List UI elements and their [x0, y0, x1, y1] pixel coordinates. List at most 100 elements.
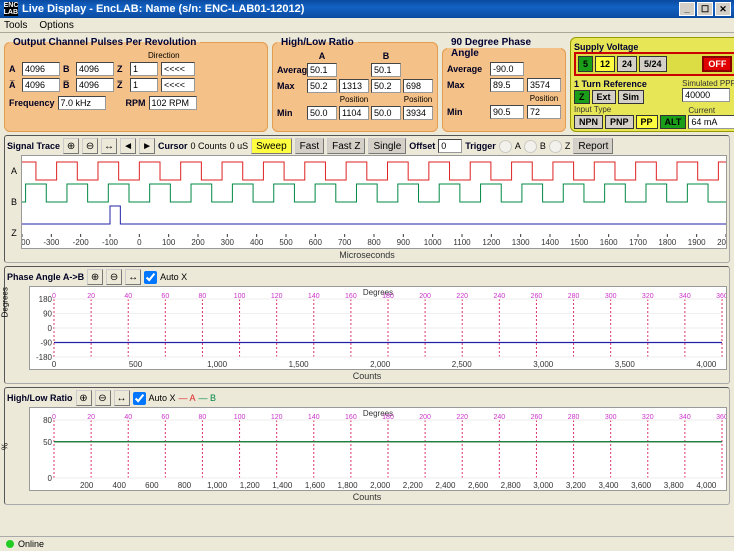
min-a-pos[interactable]: 1104 — [339, 106, 369, 120]
field-zbar[interactable]: 1 — [130, 78, 158, 92]
hlr-autox-label: Auto X — [149, 393, 176, 403]
menu-tools[interactable]: Tools — [4, 20, 27, 31]
phase-autox-check[interactable] — [144, 271, 157, 284]
svg-text:400: 400 — [113, 481, 127, 490]
phase-chart[interactable]: Degrees020406080100120140160180200220240… — [29, 286, 727, 370]
pan-right-icon[interactable]: ► — [139, 138, 155, 154]
supply-off[interactable]: OFF — [702, 56, 732, 72]
min-b-pos[interactable]: 3934 — [403, 106, 433, 120]
hlr-zoom-out-icon[interactable]: ⊖ — [95, 390, 111, 406]
itype-pnp[interactable]: PNP — [605, 115, 634, 129]
p3-max-c[interactable]: 3574 — [527, 78, 561, 92]
avg-b[interactable]: 50.1 — [371, 63, 401, 77]
field-a[interactable]: 4096 — [22, 62, 60, 76]
trigger-b-label: B — [540, 141, 546, 151]
p3-max-v[interactable]: 89.5 — [490, 78, 524, 92]
supply-title: Supply Voltage — [574, 42, 734, 52]
pan-left-icon[interactable]: ◄ — [120, 138, 136, 154]
tref-z[interactable]: Z — [574, 90, 590, 104]
hlr-zoom-in-icon[interactable]: ⊕ — [76, 390, 92, 406]
max-b-pos[interactable]: 698 — [403, 79, 433, 93]
phase-zoom-in-icon[interactable]: ⊕ — [87, 269, 103, 285]
zoom-in-icon[interactable]: ⊕ — [63, 138, 79, 154]
report-button[interactable]: Report — [573, 138, 613, 154]
trigger-a-label: A — [515, 141, 521, 151]
svg-text:50: 50 — [43, 438, 52, 447]
mode-single[interactable]: Single — [368, 138, 406, 154]
svg-text:2,600: 2,600 — [468, 481, 489, 490]
field-abar[interactable]: 4096 — [22, 78, 60, 92]
minimize-button[interactable]: _ — [679, 2, 695, 16]
hlr-legend-b: — B — [199, 393, 217, 403]
svg-text:800: 800 — [367, 238, 381, 247]
label-b: B — [63, 64, 73, 74]
menu-bar: Tools Options — [0, 18, 734, 33]
mode-fastz[interactable]: Fast Z — [327, 138, 365, 154]
supply-5[interactable]: 5 — [578, 56, 593, 72]
mode-sweep[interactable]: Sweep — [251, 138, 292, 154]
svg-text:100: 100 — [162, 238, 176, 247]
svg-text:0: 0 — [137, 238, 142, 247]
min-a[interactable]: 50.0 — [307, 106, 337, 120]
p3-avg-v[interactable]: -90.0 — [490, 62, 524, 76]
col-b: B — [371, 51, 401, 61]
trigger-z-radio[interactable] — [549, 140, 562, 153]
min-b[interactable]: 50.0 — [371, 106, 401, 120]
svg-text:600: 600 — [145, 481, 159, 490]
cur-value[interactable]: 64 mA — [688, 115, 734, 129]
max-b[interactable]: 50.2 — [371, 79, 401, 93]
svg-text:2,200: 2,200 — [403, 481, 424, 490]
p3-min-v[interactable]: 90.5 — [490, 105, 524, 119]
hlr-chart[interactable]: Degrees020406080100120140160180200220240… — [29, 407, 727, 491]
trigger-a-radio[interactable] — [499, 140, 512, 153]
close-button[interactable]: ✕ — [715, 2, 731, 16]
itype-alt[interactable]: ALT — [660, 115, 687, 129]
zoom-out-icon[interactable]: ⊖ — [82, 138, 98, 154]
hlr-autox-check[interactable] — [133, 392, 146, 405]
phase-zoom-out-icon[interactable]: ⊖ — [106, 269, 122, 285]
phase-xlabel: Counts — [7, 371, 727, 381]
tref-sim[interactable]: Sim — [618, 90, 645, 104]
p3-min-l: Min — [447, 107, 487, 117]
offset-label: Offset — [409, 141, 435, 151]
maximize-button[interactable]: ☐ — [697, 2, 713, 16]
p3-min-c[interactable]: 72 — [527, 105, 561, 119]
svg-text:4,000: 4,000 — [696, 481, 717, 490]
phase-title: Phase Angle A->B — [7, 272, 84, 282]
freq-value[interactable]: 7.0 kHz — [58, 96, 106, 110]
field-z[interactable]: 1 — [130, 62, 158, 76]
field-b[interactable]: 4096 — [76, 62, 114, 76]
svg-text:500: 500 — [129, 360, 143, 369]
signal-trace-chart[interactable]: -400-300-200-100010020030040050060070080… — [21, 155, 727, 249]
svg-text:3,000: 3,000 — [533, 360, 554, 369]
avg-a[interactable]: 50.1 — [307, 63, 337, 77]
label-abar: A̅ — [9, 80, 19, 90]
max-a-pos[interactable]: 1313 — [339, 79, 369, 93]
field-dir2[interactable]: <<<< — [161, 78, 195, 92]
trigger-b-radio[interactable] — [524, 140, 537, 153]
svg-text:1900: 1900 — [688, 238, 706, 247]
mode-fast[interactable]: Fast — [295, 138, 324, 154]
svg-text:1,600: 1,600 — [305, 481, 326, 490]
zoom-fit-icon[interactable]: ↔ — [101, 138, 117, 154]
menu-options[interactable]: Options — [39, 20, 73, 31]
max-a[interactable]: 50.2 — [307, 79, 337, 93]
phase-zoom-fit-icon[interactable]: ↔ — [125, 269, 141, 285]
supply-12[interactable]: 12 — [595, 56, 615, 72]
trigger-label: Trigger — [465, 141, 496, 151]
tref-ext[interactable]: Ext — [592, 90, 616, 104]
rpm-value[interactable]: 102 RPM — [149, 96, 197, 110]
itype-pp[interactable]: PP — [636, 115, 658, 129]
label-a: A — [9, 64, 19, 74]
supply-24[interactable]: 24 — [617, 56, 637, 72]
supply-524[interactable]: 5/24 — [639, 56, 667, 72]
section-hlr: High/Low Ratio ⊕ ⊖ ↔ Auto X — A — B % De… — [4, 387, 730, 505]
tref-title: 1 Turn Reference — [574, 79, 680, 89]
field-dir1[interactable]: <<<< — [161, 62, 195, 76]
offset-value[interactable]: 0 — [438, 139, 462, 153]
field-bbar[interactable]: 4096 — [76, 78, 114, 92]
sppr-value[interactable]: 40000 — [682, 88, 730, 102]
itype-npn[interactable]: NPN — [574, 115, 603, 129]
svg-text:400: 400 — [250, 238, 264, 247]
hlr-zoom-fit-icon[interactable]: ↔ — [114, 390, 130, 406]
